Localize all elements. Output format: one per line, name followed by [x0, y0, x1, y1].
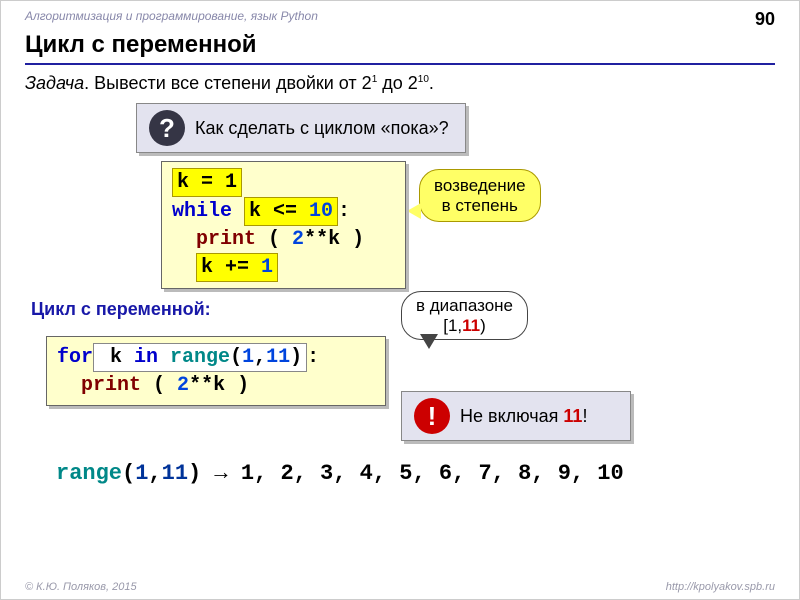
range-expansion: range(1,11) → 1, 2, 3, 4, 5, 6, 7, 8, 9,… [56, 461, 624, 486]
page-number: 90 [755, 9, 775, 30]
header-text: Алгоритмизация и программирование, язык … [25, 9, 318, 30]
question-callout: ? Как сделать с циклом «пока»? [136, 103, 466, 153]
bubble-range: в диапазоне [1,11) [401, 291, 528, 340]
page-title: Цикл с переменной [25, 31, 257, 59]
footer-right: http://kpolyakov.spb.ru [666, 581, 775, 593]
bubble-range-tail-border [420, 334, 438, 349]
exclaim-text: Не включая 11! [460, 406, 587, 427]
question-text: Как сделать с циклом «пока»? [195, 118, 449, 139]
exclaim-callout: ! Не включая 11! [401, 391, 631, 441]
subtitle: Цикл с переменной: [31, 299, 211, 320]
code-for: for k in range(1,11): print ( 2**k ) [46, 336, 386, 406]
exclaim-icon: ! [414, 398, 450, 434]
title-rule [25, 63, 775, 65]
bubble-pow: возведениев степень [419, 169, 541, 222]
bubble-pow-tail [407, 203, 421, 219]
footer-left: © К.Ю. Поляков, 2015 [25, 581, 137, 593]
question-mark-icon: ? [149, 110, 185, 146]
task-text: Задача. Вывести все степени двойки от 21… [25, 73, 434, 94]
code-while: k = 1 while k <= 10: print ( 2**k ) k +=… [161, 161, 406, 289]
